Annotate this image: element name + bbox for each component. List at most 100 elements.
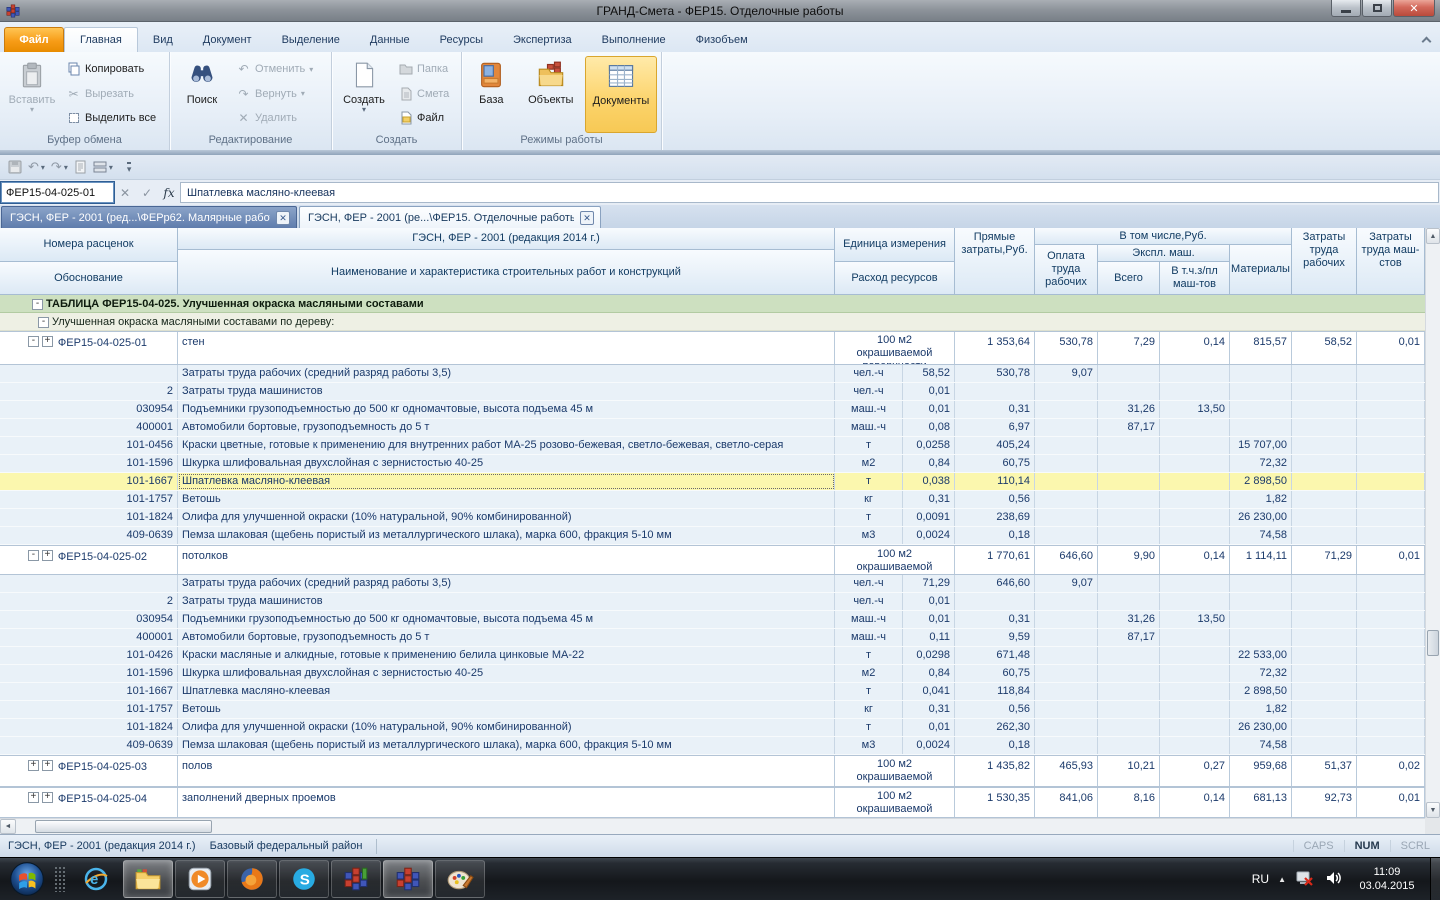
grid-cell[interactable] <box>1292 509 1357 526</box>
grid-cell[interactable] <box>1292 365 1357 382</box>
scroll-up-icon[interactable]: ▲ <box>1426 228 1440 244</box>
grid-cell[interactable]: м3 <box>835 737 903 754</box>
grid-cell[interactable]: 1,82 <box>1230 491 1292 508</box>
grid-cell[interactable]: 841,06 <box>1035 788 1098 817</box>
grid-cell[interactable] <box>1098 647 1160 664</box>
grid-cell[interactable]: м2 <box>835 455 903 472</box>
grid-cell[interactable] <box>0 365 178 382</box>
grid-cell[interactable] <box>1357 737 1425 754</box>
expand-icon[interactable]: + <box>42 792 53 803</box>
grid-cell[interactable]: 92,73 <box>1292 788 1357 817</box>
grid-cell[interactable]: 100 м2 окрашиваемой поверхности <box>835 546 955 574</box>
grid-cell[interactable] <box>1160 737 1230 754</box>
col-header-db-title[interactable]: ГЭСН, ФЕР - 2001 (редакция 2014 г.) <box>178 228 835 250</box>
grid-cell[interactable]: т <box>835 473 903 490</box>
taskbar-paint[interactable] <box>435 860 485 898</box>
grid-cell[interactable]: 0,0091 <box>903 509 955 526</box>
rate-row[interactable]: -+ФЕР15-04-025-01стен100 м2 окрашиваемой… <box>0 331 1425 365</box>
grid-cell[interactable] <box>1357 527 1425 544</box>
restore-button[interactable] <box>1362 0 1392 17</box>
grid-cell[interactable] <box>1230 401 1292 418</box>
grid-cell[interactable] <box>1357 473 1425 490</box>
grid-cell[interactable]: 1 114,11 <box>1230 546 1292 574</box>
resource-row[interactable]: 409-0639Пемза шлаковая (щебень пористый … <box>0 527 1425 545</box>
grid-cell[interactable]: Олифа для улучшенной окраски (10% натура… <box>178 719 835 736</box>
expand-icon[interactable]: + <box>42 550 53 561</box>
grid-cell[interactable] <box>1357 575 1425 592</box>
view-list-button[interactable]: ▾ <box>93 161 113 173</box>
tab-dannye[interactable]: Данные <box>355 27 425 52</box>
grid-cell[interactable]: чел.-ч <box>835 575 903 592</box>
resource-row[interactable]: 101-1667Шпатлевка масляно-клееваят0,0381… <box>0 473 1425 491</box>
grid-cell[interactable]: 681,13 <box>1230 788 1292 817</box>
grid-cell[interactable] <box>1357 647 1425 664</box>
close-button[interactable]: ✕ <box>1393 0 1435 17</box>
toolbar-customize-icon[interactable]: ▾ <box>127 162 132 173</box>
resource-row[interactable]: 400001Автомобили бортовые, грузоподъемно… <box>0 629 1425 647</box>
vertical-scroll-track[interactable] <box>1426 244 1440 802</box>
grid-cell[interactable] <box>1292 491 1357 508</box>
grid-cell[interactable]: 0,01 <box>903 719 955 736</box>
save-button[interactable] <box>8 160 22 174</box>
rate-row[interactable]: -+ФЕР15-04-025-02потолков100 м2 окрашива… <box>0 545 1425 575</box>
grid-cell[interactable] <box>1160 593 1230 610</box>
grid-cell[interactable]: 101-1596 <box>0 455 178 472</box>
grid-cell[interactable]: 400001 <box>0 629 178 646</box>
documents-mode-button[interactable]: Документы <box>585 56 657 133</box>
taskbar-media-player[interactable] <box>175 860 225 898</box>
grid-cell[interactable] <box>1035 593 1098 610</box>
grid-cell[interactable]: 2 <box>0 383 178 400</box>
grid-cell[interactable] <box>1357 401 1425 418</box>
grid-cell[interactable]: ++ФЕР15-04-025-04 <box>0 788 178 817</box>
grid-cell[interactable]: м2 <box>835 665 903 682</box>
grid-cell[interactable] <box>1098 527 1160 544</box>
grid-cell[interactable] <box>1098 593 1160 610</box>
grid-cell[interactable] <box>1035 455 1098 472</box>
volume-icon[interactable] <box>1324 868 1344 891</box>
grid-cell[interactable] <box>1035 419 1098 436</box>
undo-button[interactable]: ↶ Отменить ▾ <box>232 58 319 80</box>
grid-cell[interactable] <box>955 383 1035 400</box>
grid-cell[interactable]: т <box>835 647 903 664</box>
grid-cell[interactable]: 110,14 <box>955 473 1035 490</box>
grid-cell[interactable] <box>1035 629 1098 646</box>
grid-cell[interactable] <box>1160 491 1230 508</box>
grid-cell[interactable] <box>1292 647 1357 664</box>
grid-cell[interactable]: 71,29 <box>1292 546 1357 574</box>
resource-row[interactable]: 101-0456Краски цветные, готовые к примен… <box>0 437 1425 455</box>
grid-cell[interactable]: 6,97 <box>955 419 1035 436</box>
resource-row[interactable]: 030954Подъемники грузоподъемностью до 50… <box>0 401 1425 419</box>
grid-cell[interactable] <box>1035 527 1098 544</box>
print-doc-button[interactable] <box>74 160 87 174</box>
grid-cell[interactable]: 101-0456 <box>0 437 178 454</box>
grid-cell[interactable]: 101-1757 <box>0 491 178 508</box>
grid-cell[interactable]: 9,07 <box>1035 575 1098 592</box>
resource-row[interactable]: 101-0426Краски масляные и алкидные, гото… <box>0 647 1425 665</box>
grid-cell[interactable] <box>1357 683 1425 700</box>
grid-cell[interactable] <box>1357 437 1425 454</box>
resource-row[interactable]: 101-1757Ветошькг0,310,561,82 <box>0 701 1425 719</box>
grid-cell[interactable]: 74,58 <box>1230 737 1292 754</box>
grid-cell[interactable]: 22 533,00 <box>1230 647 1292 664</box>
grid-cell[interactable] <box>1292 473 1357 490</box>
grid-cell[interactable] <box>955 593 1035 610</box>
grid-cell[interactable]: Автомобили бортовые, грузоподъемность до… <box>178 629 835 646</box>
tab-file[interactable]: Файл <box>4 27 64 52</box>
grid-cell[interactable] <box>1035 383 1098 400</box>
grid-cell[interactable] <box>1292 683 1357 700</box>
grid-cell[interactable]: 238,69 <box>955 509 1035 526</box>
expand-icon[interactable]: + <box>28 760 39 771</box>
grid-cell[interactable]: 409-0639 <box>0 527 178 544</box>
start-button[interactable] <box>0 858 54 900</box>
grid-cell[interactable]: Затраты труда рабочих (средний разряд ра… <box>178 575 835 592</box>
grid-cell[interactable]: Подъемники грузоподъемностью до 500 кг о… <box>178 401 835 418</box>
grid-cell[interactable] <box>1035 509 1098 526</box>
create-button[interactable]: Создать ▾ <box>336 56 392 133</box>
grid-cell[interactable]: 13,50 <box>1160 401 1230 418</box>
col-header-consumption[interactable]: Расход ресурсов <box>835 262 955 295</box>
scroll-down-icon[interactable]: ▼ <box>1426 802 1440 818</box>
tab-resursy[interactable]: Ресурсы <box>425 27 498 52</box>
undo-toolbar-button[interactable]: ↶▾ <box>28 160 45 175</box>
grid-cell[interactable]: кг <box>835 701 903 718</box>
grid-cell[interactable] <box>1035 473 1098 490</box>
